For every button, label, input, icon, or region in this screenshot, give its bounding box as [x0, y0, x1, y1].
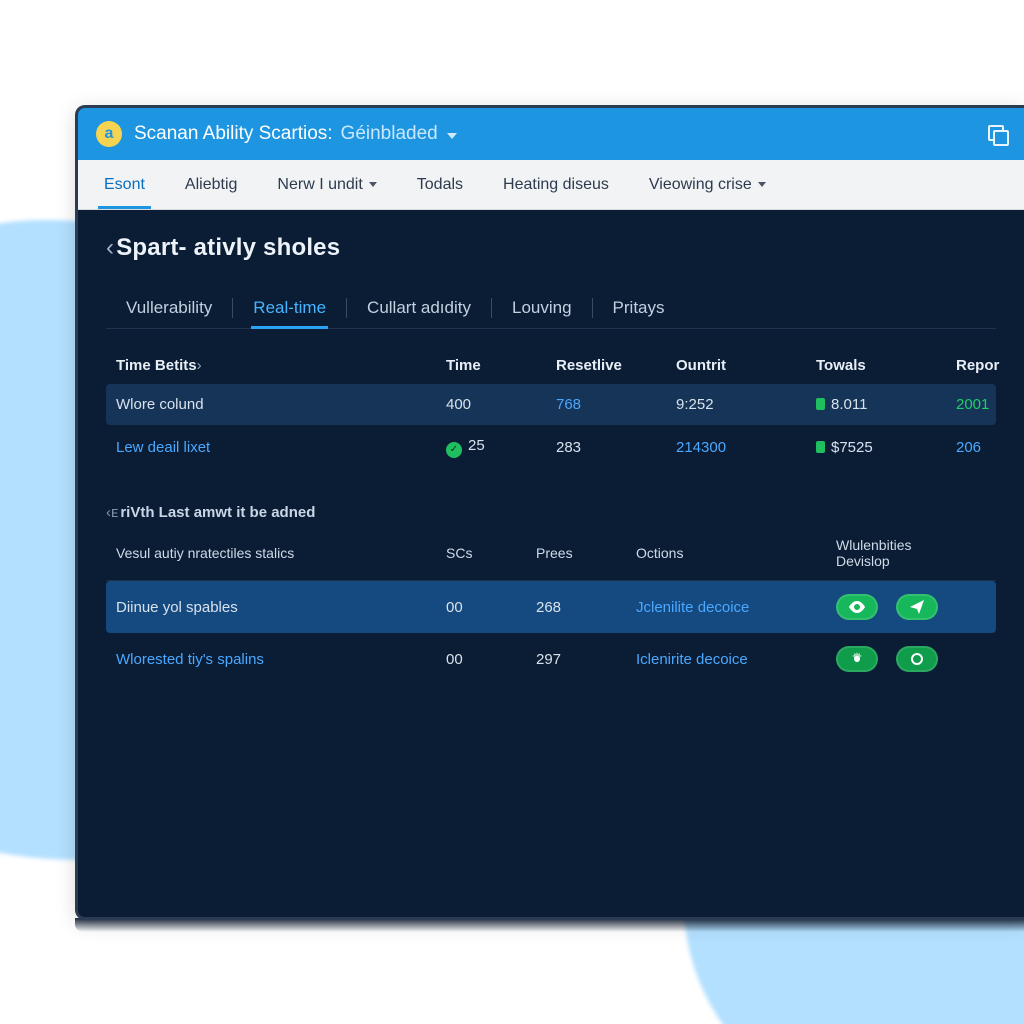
cell-towals: $7525: [816, 439, 956, 456]
action-pill-gear-icon[interactable]: [836, 646, 878, 672]
menu-label: Esont: [104, 176, 145, 194]
app-window: a Scanan Ability Scartios: Géinbladed Es…: [75, 105, 1024, 920]
col-time: Time: [446, 357, 556, 374]
cell-ountrit: 214300: [676, 439, 816, 456]
window-title-sub-label: Géinbladed: [341, 123, 438, 144]
menu-label: Aliebtig: [185, 176, 237, 194]
col-ountrit: Ountrit: [676, 357, 816, 374]
cell-report: 2001: [956, 396, 1024, 413]
cell-name: Wlore colund: [116, 396, 446, 413]
menu-label: Todals: [417, 176, 463, 194]
status-square-icon: [816, 398, 825, 410]
window-title-sub[interactable]: Géinbladed: [341, 123, 457, 145]
section-title: ‹ᴇriVth Last amwt it be adned: [106, 504, 996, 521]
page-title-text: Spart- ativly sholes: [116, 234, 340, 261]
titlebar: a Scanan Ability Scartios: Géinbladed: [78, 108, 1024, 160]
page-title: ‹Spart- ativly sholes: [106, 234, 996, 262]
table2-row[interactable]: Diinue yol spables 00 268 Jclenilite dec…: [106, 581, 996, 633]
cell2-octions: Iclenirite decoice: [636, 651, 836, 668]
col2-pres: Prees: [536, 545, 636, 561]
cell2-scs: 00: [446, 651, 536, 668]
tab-cullart[interactable]: Cullart adıdity: [347, 288, 491, 328]
menu-esont[interactable]: Esont: [84, 160, 165, 209]
menu-aliebtig[interactable]: Aliebtig: [165, 160, 257, 209]
time-betits-table: Time Betits› Time Resetlive Ountrit Towa…: [106, 347, 996, 470]
cell-time: 400: [446, 396, 556, 413]
col-name: Time Betits›: [116, 357, 446, 374]
table-row[interactable]: Wlore colund 400 768 9:252 8.011 2001: [106, 384, 996, 425]
cell-ountrit: 9:252: [676, 396, 816, 413]
status-dot-icon: ✓: [446, 442, 462, 458]
section-last-added: ‹ᴇriVth Last amwt it be adned Vesul auti…: [106, 504, 996, 686]
cell2-pres: 268: [536, 599, 636, 616]
menu-todals[interactable]: Todals: [397, 160, 483, 209]
cell2-actions: [836, 646, 1024, 672]
cell2-name: Wlorested tiy's spalins: [116, 651, 446, 668]
action-pill-eye-icon[interactable]: [836, 594, 878, 620]
col2-name: Vesul autiy nratectiles stalics: [116, 545, 446, 561]
action-pill-send-icon[interactable]: [896, 594, 938, 620]
cell2-name: Diinue yol spables: [116, 599, 446, 616]
status-square-icon: [816, 441, 825, 453]
menu-nerw-undit[interactable]: Nerw I undit: [257, 160, 396, 209]
menu-label: Heating diseus: [503, 176, 609, 194]
cell2-actions: [836, 594, 1024, 620]
menu-label: Vieowing crise: [649, 176, 752, 194]
cell2-octions: Jclenilite decoice: [636, 599, 836, 616]
cell-time: ✓25: [446, 437, 556, 458]
col2-octions: Octions: [636, 545, 836, 561]
col2-stack2: Devislop: [836, 553, 1024, 570]
col2-scs: SCs: [446, 545, 536, 561]
cell-name: Lew deail lixet: [116, 439, 446, 456]
cell-resetlive: 768: [556, 396, 676, 413]
tab-pritays[interactable]: Pritays: [593, 288, 685, 328]
col2-vulnerabilities: Wlulenbities Devislop: [836, 537, 1024, 571]
col2-stack1: Wlulenbities: [836, 537, 1024, 554]
tab-louving[interactable]: Louving: [492, 288, 592, 328]
cell-resetlive: 283: [556, 439, 676, 456]
col-report: Repor: [956, 357, 1024, 374]
table2-row[interactable]: Wlorested tiy's spalins 00 297 Iclenirit…: [106, 633, 996, 685]
cell2-scs: 00: [446, 599, 536, 616]
cell-report: 206: [956, 439, 1024, 456]
tab-vulnerability[interactable]: Vullerability: [106, 288, 232, 328]
app-logo-icon: a: [96, 121, 122, 147]
menu-heating-diseus[interactable]: Heating diseus: [483, 160, 629, 209]
col-resetlive: Resetlive: [556, 357, 676, 374]
col-towals: Towals: [816, 357, 956, 374]
table-row[interactable]: Lew deail lixet ✓25 283 214300 $7525 206: [106, 425, 996, 470]
table-header-row: Time Betits› Time Resetlive Ountrit Towa…: [106, 347, 996, 384]
subtabs: Vullerability Real-time Cullart adıdity …: [106, 288, 996, 329]
menu-vieowing-crise[interactable]: Vieowing crise: [629, 160, 786, 209]
chevron-down-icon: [447, 133, 457, 139]
cell2-pres: 297: [536, 651, 636, 668]
chevron-down-icon: [369, 182, 377, 187]
window-title-main: Scanan Ability Scartios:: [134, 123, 333, 145]
table2-header-row: Vesul autiy nratectiles stalics SCs Pree…: [106, 521, 996, 582]
cell-towals: 8.011: [816, 396, 956, 413]
menu-label: Nerw I undit: [277, 176, 362, 194]
tab-real-time[interactable]: Real-time: [233, 288, 346, 328]
duplicate-icon[interactable]: [988, 125, 1006, 143]
content-area: ‹Spart- ativly sholes Vullerability Real…: [78, 210, 1024, 705]
window-title: Scanan Ability Scartios: Géinbladed: [134, 123, 457, 145]
chevron-down-icon: [758, 182, 766, 187]
menubar: Esont Aliebtig Nerw I undit Todals Heati…: [78, 160, 1024, 210]
action-pill-circle-icon[interactable]: [896, 646, 938, 672]
